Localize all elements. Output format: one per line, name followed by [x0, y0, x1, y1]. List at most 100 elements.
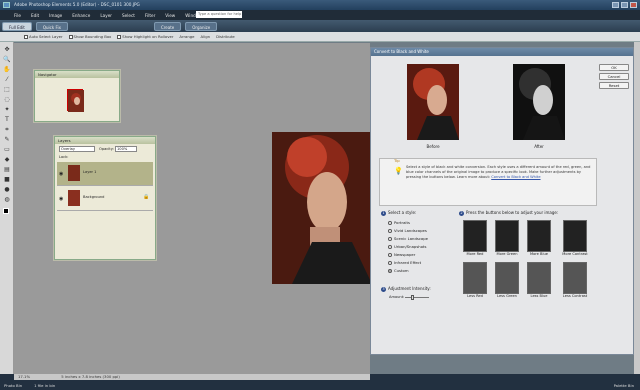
style-radio-newspaper[interactable]: Newspaper: [388, 252, 415, 257]
cancel-button[interactable]: Cancel: [599, 73, 629, 80]
navigator-thumbnail[interactable]: [67, 89, 84, 112]
marquee-tool-icon[interactable]: ⬚: [3, 86, 11, 94]
zoom-tool-icon[interactable]: 🔍: [3, 56, 11, 64]
brush-tool-icon[interactable]: ✎: [3, 136, 11, 144]
menu-image[interactable]: Image: [49, 13, 62, 18]
window-title: Adobe Photoshop Elements 5.0 (Editor) - …: [14, 2, 140, 7]
step-number-icon: 2: [459, 211, 464, 216]
lasso-tool-icon[interactable]: ◌: [3, 96, 11, 104]
close-button[interactable]: [630, 2, 637, 8]
menu-enhance[interactable]: Enhance: [72, 13, 90, 18]
navigator-panel: Navigator: [34, 70, 120, 122]
less-blue-label: Less Blue: [530, 294, 548, 298]
less-contrast-button[interactable]: [563, 262, 587, 294]
reset-button[interactable]: Reset: [599, 82, 629, 89]
gradient-tool-icon[interactable]: ▤: [3, 166, 11, 174]
style-radio-portraits[interactable]: Portraits: [388, 220, 410, 225]
style-label: Urban/Snapshots: [394, 244, 427, 249]
style-label: Newspaper: [394, 252, 416, 257]
style-label: Vivid Landscapes: [394, 228, 427, 233]
auto-select-option[interactable]: Auto Select Layer: [24, 34, 63, 39]
lock-icon: 🔒: [143, 194, 150, 200]
eyedropper-icon[interactable]: ⁄: [3, 76, 11, 84]
step1-heading: 1 Select a style:: [381, 210, 416, 216]
layer-row-background[interactable]: ◉ Background 🔒: [57, 187, 153, 211]
tip-box: Tip 💡 Select a style of black and white …: [379, 158, 597, 206]
step2-heading: 2 Press the buttons below to adjust your …: [459, 210, 558, 216]
style-radio-vivid[interactable]: Vivid Landscapes: [388, 228, 427, 233]
move-tool-icon[interactable]: ✥: [3, 46, 11, 54]
arrange-dropdown[interactable]: Arrange: [179, 34, 194, 39]
blend-mode-select[interactable]: Overlay: [59, 146, 95, 152]
bounding-box-label: Show Bounding Box: [73, 34, 112, 39]
more-green-button[interactable]: [495, 220, 519, 252]
style-radio-scenic[interactable]: Scenic Landscape: [388, 236, 428, 241]
menu-filter[interactable]: Filter: [145, 13, 155, 18]
layer-thumbnail: [68, 190, 80, 206]
menu-edit[interactable]: Edit: [31, 13, 39, 18]
tab-quick-fix[interactable]: Quick Fix: [35, 21, 68, 31]
after-preview: [513, 64, 565, 140]
more-green-label: More Green: [496, 252, 518, 256]
highlight-option[interactable]: Show Highlight on Rollover: [117, 34, 173, 39]
less-blue-button[interactable]: [527, 262, 551, 294]
document-status: 17.1% 5 inches x 7.8 inches (300 ppi): [14, 374, 370, 380]
style-radio-custom[interactable]: Custom: [388, 268, 409, 273]
shape-tool-icon[interactable]: ■: [3, 176, 11, 184]
organize-button[interactable]: Organize: [185, 21, 218, 31]
options-bar: Auto Select Layer Show Bounding Box Show…: [0, 32, 640, 42]
eraser-tool-icon[interactable]: ▭: [3, 146, 11, 154]
app-icon: [3, 2, 10, 8]
layer-row-layer1[interactable]: ◉ Layer 1: [57, 162, 153, 186]
less-green-label: Less Green: [497, 294, 517, 298]
title-bar: Adobe Photoshop Elements 5.0 (Editor) - …: [0, 0, 640, 10]
bounding-box-option[interactable]: Show Bounding Box: [68, 34, 112, 39]
step2-label: Press the buttons below to adjust your i…: [466, 210, 559, 215]
step1-label: Select a style:: [388, 210, 417, 215]
visibility-eye-icon[interactable]: ◉: [59, 171, 63, 177]
less-red-button[interactable]: [463, 262, 487, 294]
palette-bin-toggle[interactable]: Palette Bin: [614, 382, 634, 390]
menu-layer[interactable]: Layer: [100, 13, 112, 18]
status-bar: 17.1% 5 inches x 7.8 inches (300 ppi) Ph…: [0, 374, 640, 390]
menu-view[interactable]: View: [165, 13, 175, 18]
visibility-eye-icon[interactable]: ◉: [59, 196, 63, 202]
learn-more-link[interactable]: Convert to Black and White: [491, 175, 540, 179]
more-red-button[interactable]: [463, 220, 487, 252]
more-contrast-button[interactable]: [563, 220, 587, 252]
menu-select[interactable]: Select: [122, 13, 135, 18]
foreground-color-swatch[interactable]: [3, 208, 9, 214]
help-search-input[interactable]: Type a question for help: [196, 11, 242, 18]
align-dropdown[interactable]: Align: [201, 34, 211, 39]
less-green-button[interactable]: [495, 262, 519, 294]
layer-name: Background: [83, 195, 105, 199]
distribute-dropdown[interactable]: Distribute: [216, 34, 235, 39]
zoom-level: 17.1%: [18, 374, 31, 379]
maximize-button[interactable]: [621, 2, 628, 8]
intensity-slider[interactable]: [405, 297, 429, 298]
intensity-slider-thumb[interactable]: [411, 295, 414, 300]
highlight-label: Show Highlight on Rollover: [122, 34, 174, 39]
menu-file[interactable]: File: [14, 13, 21, 18]
step3-heading: 3 Adjustment Intensity:: [381, 286, 431, 292]
ok-button[interactable]: OK: [599, 64, 629, 71]
opacity-field[interactable]: 100%: [115, 146, 137, 152]
document-image[interactable]: [272, 132, 372, 284]
blur-tool-icon[interactable]: ●: [3, 186, 11, 194]
type-tool-icon[interactable]: T: [3, 116, 11, 124]
paint-bucket-icon[interactable]: ◆: [3, 156, 11, 164]
style-radio-infrared[interactable]: Infrared Effect: [388, 260, 421, 265]
more-blue-button[interactable]: [527, 220, 551, 252]
tab-full-edit[interactable]: Full Edit: [2, 21, 32, 31]
minimize-button[interactable]: [612, 2, 619, 8]
style-radio-urban[interactable]: Urban/Snapshots: [388, 244, 427, 249]
style-label: Scenic Landscape: [394, 236, 428, 241]
learn-more-label: Learn more about:: [456, 175, 491, 179]
create-button[interactable]: Create: [153, 21, 182, 31]
magic-wand-icon[interactable]: ✦: [3, 106, 11, 114]
sponge-tool-icon[interactable]: ◍: [3, 196, 11, 204]
palette-bin-strip: [634, 42, 640, 374]
hand-tool-icon[interactable]: ✋: [3, 66, 11, 74]
photo-bin-toggle[interactable]: Photo Bin: [4, 382, 22, 390]
crop-tool-icon[interactable]: ⌗: [3, 126, 11, 134]
